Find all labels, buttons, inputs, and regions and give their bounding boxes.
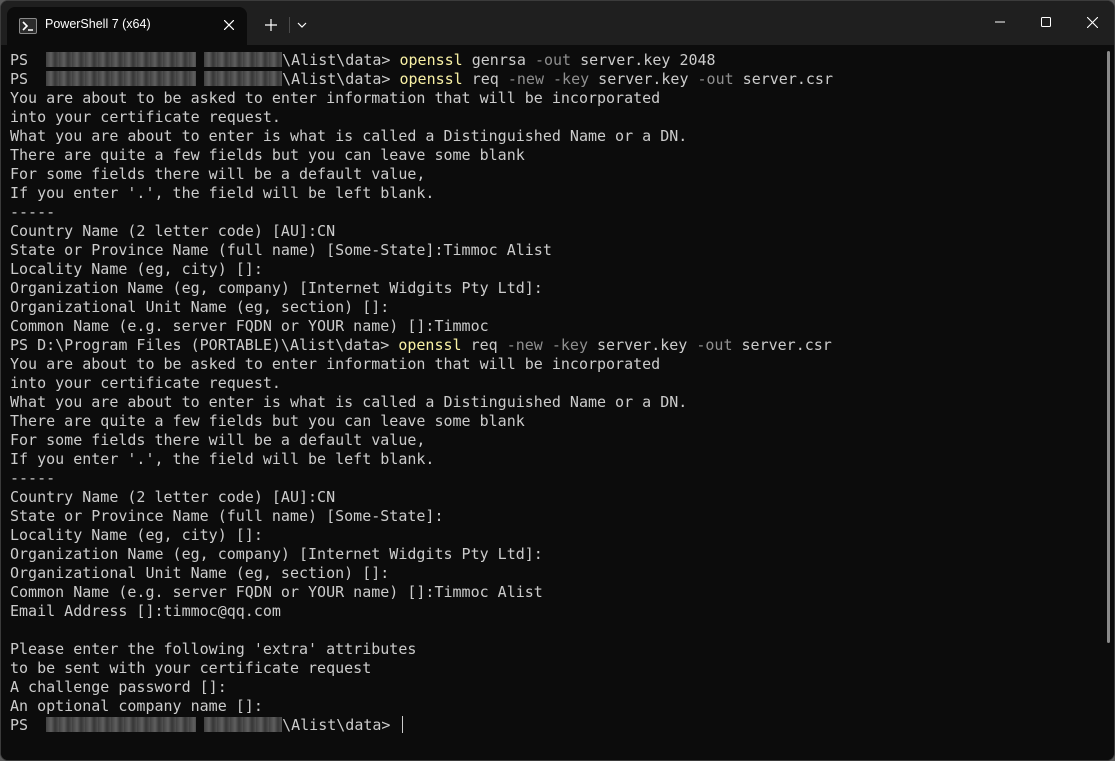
tab-close-button[interactable]: [217, 13, 241, 37]
redacted-path: [204, 71, 283, 86]
command-arg: server.key 2048: [571, 51, 716, 69]
redacted-path: [46, 717, 197, 732]
output-line: Common Name (e.g. server FQDN or YOUR na…: [10, 317, 489, 335]
output-line: For some fields there will be a default …: [10, 165, 426, 183]
chevron-down-icon: [297, 22, 307, 28]
powershell-icon: [19, 18, 37, 34]
output-line: A challenge password []:: [10, 678, 227, 696]
prompt-line: PS \Alist\data> openssl genrsa -out serv…: [10, 51, 833, 70]
prompt-line: PS \Alist\data>: [10, 716, 833, 735]
prompt-path: \Alist\data>: [282, 716, 400, 734]
command-name: openssl: [399, 70, 463, 88]
command-param: -new: [507, 70, 544, 88]
prompt-prefix: PS: [10, 70, 38, 88]
output-line: into your certificate request.: [10, 108, 281, 126]
command-param: -out: [534, 51, 572, 69]
output-line: Locality Name (eg, city) []:: [10, 260, 263, 278]
output-line: If you enter '.', the field will be left…: [10, 450, 435, 468]
output-line: Email Address []:timmoc@qq.com: [10, 602, 281, 620]
command-arg: [544, 70, 553, 88]
command-arg: server.key: [587, 336, 697, 354]
tab-powershell[interactable]: PowerShell 7 (x64): [7, 7, 247, 45]
command-name: openssl: [399, 51, 463, 69]
command-param: -out: [696, 336, 733, 354]
output-line: Common Name (e.g. server FQDN or YOUR na…: [10, 583, 543, 601]
command-name: openssl: [398, 336, 462, 354]
prompt-path: \Alist\data>: [282, 70, 400, 88]
scrollbar[interactable]: [1107, 51, 1110, 643]
output-line: -----: [10, 469, 56, 487]
output-line: Organizational Unit Name (eg, section) […: [10, 298, 390, 316]
output-line: Locality Name (eg, city) []:: [10, 526, 263, 544]
command-arg: server.csr: [733, 70, 833, 88]
tab-separator: [289, 17, 290, 33]
close-icon: [224, 20, 234, 30]
output-line: You are about to be asked to enter infor…: [10, 89, 661, 107]
output-line: to be sent with your certificate request: [10, 659, 372, 677]
close-icon: [1086, 16, 1098, 28]
command-arg: server.csr: [732, 336, 832, 354]
minimize-button[interactable]: [977, 1, 1023, 43]
command-param: -key: [551, 336, 588, 354]
command-arg: genrsa: [462, 51, 535, 69]
output-line: Organization Name (eg, company) [Interne…: [10, 545, 543, 563]
output-line: An optional company name []:: [10, 697, 263, 715]
output-line: Please enter the following 'extra' attri…: [10, 640, 417, 658]
redacted-path: [46, 52, 197, 67]
output-line: Country Name (2 letter code) [AU]:CN: [10, 488, 336, 506]
output-line: Organizational Unit Name (eg, section) […: [10, 564, 390, 582]
terminal-window: PowerShell 7 (x64) PS \Alist\data> opens…: [0, 0, 1115, 761]
prompt-prefix: PS: [10, 716, 38, 734]
redacted-path: [204, 52, 283, 67]
output-line: State or Province Name (full name) [Some…: [10, 507, 444, 525]
prompt-path: \Alist\data>: [282, 51, 400, 69]
prompt-line: PS D:\Program Files (PORTABLE)\Alist\dat…: [10, 336, 833, 355]
minimize-icon: [995, 21, 1005, 23]
terminal-output-area[interactable]: PS \Alist\data> openssl genrsa -out serv…: [1, 45, 1114, 760]
title-bar[interactable]: PowerShell 7 (x64): [1, 1, 1114, 45]
output-line: What you are about to enter is what is c…: [10, 127, 688, 145]
output-line: You are about to be asked to enter infor…: [10, 355, 661, 373]
command-arg: req: [462, 70, 508, 88]
output-line: If you enter '.', the field will be left…: [10, 184, 435, 202]
output-line: There are quite a few fields but you can…: [10, 146, 525, 164]
prompt-line: PS \Alist\data> openssl req -new -key se…: [10, 70, 833, 89]
tab-dropdown-button[interactable]: [291, 12, 313, 38]
maximize-icon: [1041, 17, 1051, 27]
text-cursor: [401, 716, 403, 733]
redacted-path: [204, 717, 283, 732]
output-line: into your certificate request.: [10, 374, 281, 392]
output-line: Organization Name (eg, company) [Interne…: [10, 279, 543, 297]
redacted-path: [46, 71, 197, 86]
window-close-button[interactable]: [1069, 1, 1114, 43]
command-param: -new: [506, 336, 543, 354]
command-arg: server.key: [589, 70, 698, 88]
output-line: -----: [10, 203, 56, 221]
command-arg: req: [461, 336, 507, 354]
terminal-lines: PS \Alist\data> openssl genrsa -out serv…: [10, 51, 833, 735]
output-line: Country Name (2 letter code) [AU]:CN: [10, 222, 336, 240]
output-line: What you are about to enter is what is c…: [10, 393, 688, 411]
prompt-path: PS D:\Program Files (PORTABLE)\Alist\dat…: [10, 336, 399, 354]
command-param: -out: [697, 70, 734, 88]
command-param: -key: [553, 70, 590, 88]
plus-icon: [265, 19, 277, 31]
new-tab-button[interactable]: [257, 12, 285, 38]
output-line: State or Province Name (full name) [Some…: [10, 241, 552, 259]
prompt-prefix: PS: [10, 51, 38, 69]
output-line: There are quite a few fields but you can…: [10, 412, 525, 430]
output-line: For some fields there will be a default …: [10, 431, 426, 449]
maximize-button[interactable]: [1023, 1, 1069, 43]
tab-title: PowerShell 7 (x64): [45, 17, 151, 31]
command-arg: [543, 336, 552, 354]
